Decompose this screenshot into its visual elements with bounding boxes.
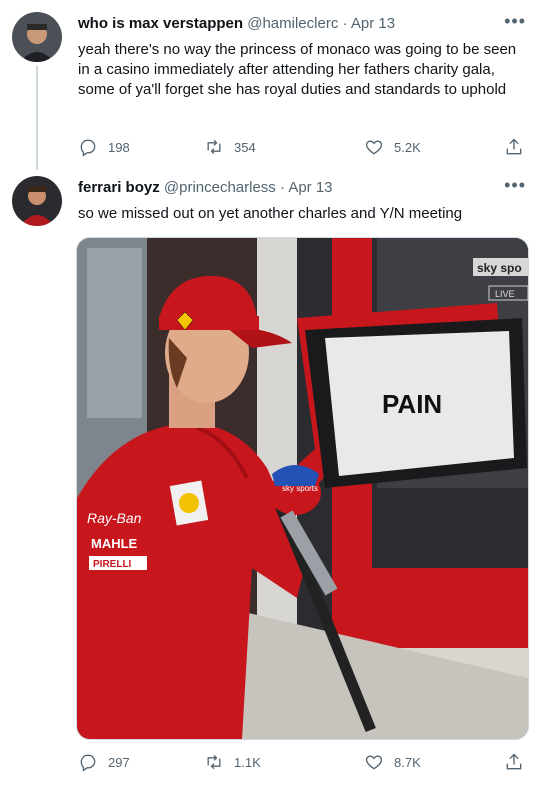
rayban-patch: Ray-Ban: [87, 510, 142, 526]
user-handle[interactable]: @hamileclerc: [247, 15, 338, 32]
tweet-text: yeah there's no way the princess of mona…: [78, 41, 517, 98]
retweet-count: 354: [234, 139, 256, 155]
share-button[interactable]: [504, 137, 524, 157]
mic-label: sky sports: [282, 484, 318, 493]
tweet-1[interactable]: who is max verstappen @hamileclerc · Apr…: [0, 0, 540, 170]
reply-button[interactable]: 297: [78, 752, 130, 772]
tweet-header: who is max verstappen @hamileclerc · Apr…: [78, 14, 395, 34]
like-count: 8.7K: [394, 754, 421, 770]
reply-button[interactable]: 198: [78, 137, 130, 157]
reply-count: 198: [108, 139, 130, 155]
like-button[interactable]: 5.2K: [364, 137, 421, 157]
reply-icon: [80, 754, 96, 772]
meme-photo: sky spo LIVE Ray-Ban MAHLE PIRELLI PAIN: [77, 238, 528, 739]
share-icon: [506, 138, 522, 155]
like-button[interactable]: 8.7K: [364, 752, 421, 772]
avatar[interactable]: [12, 176, 62, 226]
tweet-header: ferrari boyz @princecharless · Apr 13: [78, 178, 333, 198]
like-icon: [365, 755, 383, 770]
like-icon: [365, 140, 383, 155]
separator-dot: ·: [279, 179, 285, 196]
retweet-icon: [207, 139, 221, 155]
tweet-date[interactable]: Apr 13: [288, 179, 332, 196]
tweet-media-image[interactable]: sky spo LIVE Ray-Ban MAHLE PIRELLI PAIN: [76, 237, 529, 740]
thread-connector: [36, 66, 38, 170]
retweet-icon: [207, 754, 221, 770]
display-name[interactable]: who is max verstappen: [78, 15, 243, 32]
separator-dot: ·: [342, 15, 348, 32]
reply-icon: [80, 139, 96, 157]
mahle-patch: MAHLE: [91, 536, 138, 551]
tweet-actions: 297 1.1K 8.7K: [74, 752, 534, 776]
avatar-image: [12, 176, 62, 226]
retweet-button[interactable]: 1.1K: [204, 752, 261, 772]
avatar-image: [12, 12, 62, 62]
retweet-button[interactable]: 354: [204, 137, 256, 157]
broadcast-logo: sky spo: [477, 261, 522, 275]
more-icon[interactable]: •••: [504, 176, 526, 194]
tweet-text: so we missed out on yet another charles …: [78, 205, 463, 222]
display-name[interactable]: ferrari boyz: [78, 179, 160, 196]
reply-count: 297: [108, 754, 130, 770]
tweet-date[interactable]: Apr 13: [351, 15, 395, 32]
avatar[interactable]: [12, 12, 62, 62]
sign-text: PAIN: [382, 389, 442, 419]
retweet-count: 1.1K: [234, 754, 261, 770]
more-icon[interactable]: •••: [504, 12, 526, 30]
like-count: 5.2K: [394, 139, 421, 155]
user-handle[interactable]: @princecharless: [164, 179, 276, 196]
share-button[interactable]: [504, 752, 524, 772]
pirelli-patch: PIRELLI: [93, 559, 132, 570]
broadcast-live-label: LIVE: [495, 289, 515, 299]
tweet-actions: 198 354 5.2K: [74, 137, 534, 161]
share-icon: [506, 753, 522, 770]
